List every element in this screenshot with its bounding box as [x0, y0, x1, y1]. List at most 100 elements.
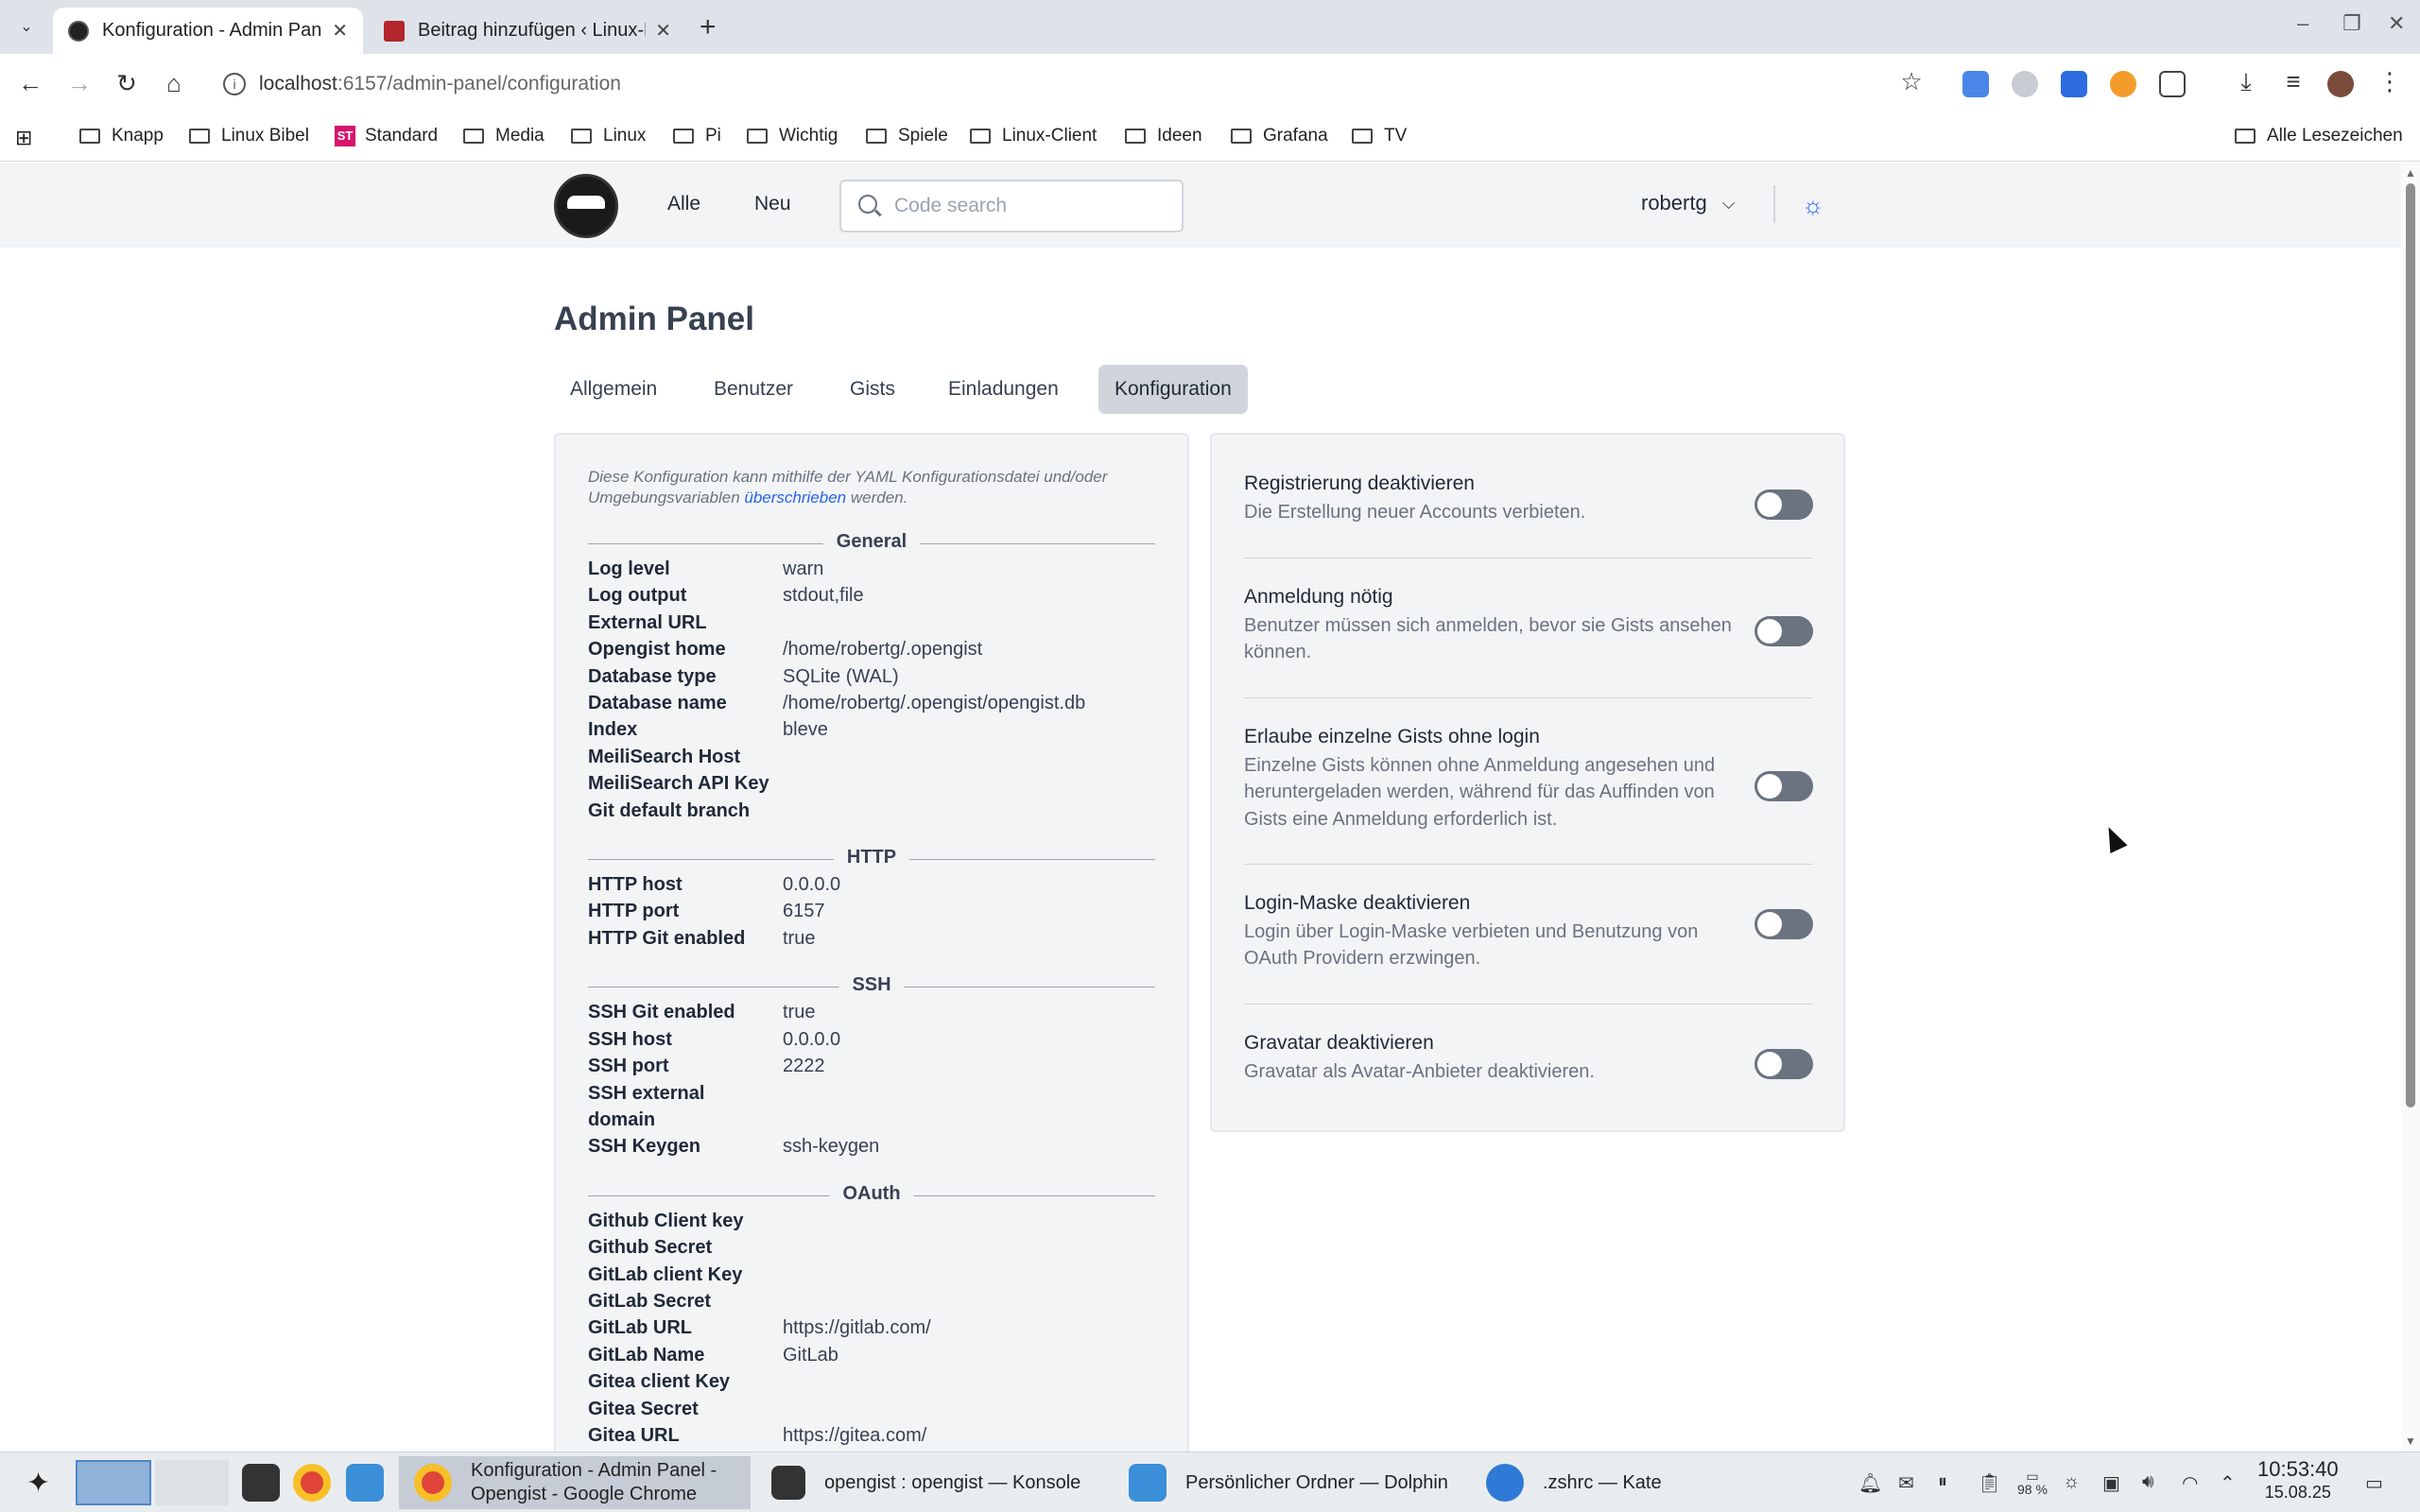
bookmark-pi[interactable]: Pi: [673, 126, 721, 146]
profile-avatar[interactable]: [2327, 71, 2354, 97]
app-launcher-icon[interactable]: ✦: [26, 1452, 50, 1512]
nav-all-link[interactable]: Alle: [667, 193, 700, 215]
media-control-icon[interactable]: ≡: [2278, 67, 2308, 96]
extensions-puzzle-icon[interactable]: [2159, 71, 2186, 97]
tab-search-chevron-icon[interactable]: ⌄: [13, 13, 40, 40]
bookmark-label: Grafana: [1263, 126, 1328, 146]
config-value: bleve: [783, 719, 828, 741]
browser-tab-active[interactable]: Konfiguration - Admin Panel - Opengist ✕: [53, 8, 363, 54]
translate-extension-icon[interactable]: [1962, 71, 1989, 97]
bookmark-ideen[interactable]: Ideen: [1125, 126, 1202, 146]
config-section-header: OAuth: [588, 1182, 1155, 1208]
task-chrome[interactable]: Konfiguration - Admin Panel - Opengist - …: [399, 1456, 751, 1509]
volume-icon[interactable]: 🔊︎: [2142, 1471, 2154, 1493]
close-window-icon[interactable]: ✕: [2388, 11, 2405, 36]
clock[interactable]: 10:53:40 15.08.25: [2257, 1458, 2339, 1503]
bookmark-knapp[interactable]: Knapp: [79, 126, 164, 146]
new-tab-plus-icon[interactable]: +: [700, 11, 717, 43]
disable-gravatar-toggle[interactable]: [1754, 1049, 1813, 1079]
config-value: 0.0.0.0: [783, 874, 841, 896]
page-scrollbar[interactable]: ▲ ▼: [2401, 163, 2420, 1452]
allow-gists-without-login-toggle[interactable]: [1754, 771, 1813, 801]
folder-icon: [747, 129, 768, 144]
forward-arrow-icon[interactable]: →: [64, 69, 95, 98]
device-icon[interactable]: ▣: [2102, 1471, 2120, 1495]
extension-icon[interactable]: [2012, 71, 2038, 97]
folder-icon: [189, 129, 210, 144]
tab-benutzer[interactable]: Benutzer: [698, 365, 809, 414]
menu-kebab-icon[interactable]: ⋮: [2375, 67, 2405, 96]
bookmark-linux-client[interactable]: Linux-Client: [970, 126, 1097, 146]
minimize-icon[interactable]: –: [2297, 11, 2308, 36]
tray-expand-chevron-icon[interactable]: ⌃: [2220, 1471, 2236, 1495]
battery-icon[interactable]: ▭ 98 %: [2017, 1469, 2048, 1496]
files-launcher-icon[interactable]: [346, 1452, 384, 1512]
browser-tab[interactable]: Beitrag hinzufügen ‹ Linux-Bibel ✕: [369, 8, 686, 54]
bookmark-grafana[interactable]: Grafana: [1231, 126, 1328, 146]
config-row: SSH port 2222: [588, 1053, 1155, 1079]
clipboard-icon[interactable]: 📋︎: [1978, 1471, 2001, 1495]
bookmark-wichtig[interactable]: Wichtig: [747, 126, 838, 146]
disable-login-form-toggle[interactable]: [1754, 909, 1813, 939]
apps-grid-icon[interactable]: ⊞: [15, 126, 32, 150]
tab-einladungen[interactable]: Einladungen: [932, 365, 1075, 414]
task-kate[interactable]: .zshrc — Kate: [1471, 1456, 1823, 1509]
config-sections: General Log level warn Log output stdout,fil…: [588, 531, 1155, 1449]
opengist-logo[interactable]: [554, 174, 618, 238]
notifications-bell-icon[interactable]: 🔔︎: [1858, 1471, 1882, 1495]
close-tab-icon[interactable]: ✕: [332, 19, 348, 43]
task-dolphin[interactable]: Persönlicher Ordner — Dolphin: [1114, 1456, 1465, 1509]
brightness-icon[interactable]: ☼: [2063, 1471, 2080, 1493]
address-bar[interactable]: i localhost:6157/admin-panel/configurati…: [212, 63, 1932, 105]
chrome-launcher-icon[interactable]: [293, 1452, 331, 1512]
bookmark-linux[interactable]: Linux: [571, 126, 646, 146]
config-key: Database type: [588, 665, 717, 687]
bookmark-media[interactable]: Media: [463, 126, 544, 146]
home-icon[interactable]: ⌂: [159, 69, 189, 98]
divider: [1244, 697, 1813, 698]
bookmark-standard[interactable]: ST Standard: [335, 126, 438, 146]
browser-toolbar: ← → ↻ ⌂ i localhost:6157/admin-panel/con…: [0, 54, 2420, 114]
config-key: GitLab Name: [588, 1344, 705, 1366]
task-label: Opengist - Google Chrome: [471, 1484, 698, 1504]
all-bookmarks[interactable]: Alle Lesezeichen: [2235, 126, 2403, 146]
close-tab-icon[interactable]: ✕: [655, 19, 671, 43]
site-info-icon[interactable]: i: [223, 73, 246, 95]
extension-icon[interactable]: [2110, 71, 2136, 97]
theme-toggle-sun-icon[interactable]: ☼: [1802, 191, 1824, 220]
disable-signup-toggle[interactable]: [1754, 490, 1813, 520]
bookmark-tv[interactable]: TV: [1352, 126, 1407, 146]
tab-allgemein[interactable]: Allgemein: [554, 365, 673, 414]
override-link[interactable]: überschrieben: [744, 489, 846, 507]
virtual-desktop-2[interactable]: [155, 1460, 229, 1505]
mail-icon[interactable]: ✉: [1898, 1471, 1914, 1495]
code-search-input[interactable]: Code search: [839, 180, 1184, 232]
scroll-down-icon[interactable]: ▼: [2405, 1435, 2416, 1448]
task-konsole[interactable]: opengist : opengist — Konsole: [756, 1456, 1108, 1509]
user-menu[interactable]: robertg ⌵: [1641, 191, 1735, 215]
bookmark-star-icon[interactable]: ☆: [1896, 67, 1927, 96]
tab-konfiguration[interactable]: Konfiguration: [1098, 365, 1248, 414]
reload-icon[interactable]: ↻: [112, 69, 142, 98]
nav-new-link[interactable]: Neu: [754, 193, 791, 215]
show-desktop-icon[interactable]: ▭: [2365, 1471, 2383, 1495]
bookmark-spiele[interactable]: Spiele: [866, 126, 948, 146]
scrollbar-thumb[interactable]: [2406, 183, 2415, 1108]
terminal-launcher-icon[interactable]: [242, 1452, 280, 1512]
wifi-icon[interactable]: ◠: [2182, 1471, 2198, 1495]
languagetool-extension-icon[interactable]: [2061, 71, 2087, 97]
scroll-up-icon[interactable]: ▲: [2405, 166, 2416, 180]
download-icon[interactable]: ⤓: [2231, 67, 2261, 97]
config-row: Git default branch: [588, 798, 1155, 824]
tab-gists[interactable]: Gists: [834, 365, 911, 414]
virtual-desktop-1[interactable]: [76, 1460, 151, 1505]
restore-icon[interactable]: ❐: [2342, 11, 2361, 36]
media-pause-icon[interactable]: ⏸: [1938, 1471, 1947, 1493]
config-key: HTTP Git enabled: [588, 927, 746, 949]
bookmark-linux-bibel[interactable]: Linux Bibel: [189, 126, 309, 146]
config-value: /home/robertg/.opengist/opengist.db: [783, 693, 1086, 714]
search-placeholder: Code search: [894, 195, 1008, 216]
require-login-toggle[interactable]: [1754, 616, 1813, 646]
folder-icon: [2235, 129, 2256, 144]
back-arrow-icon[interactable]: ←: [15, 69, 45, 98]
